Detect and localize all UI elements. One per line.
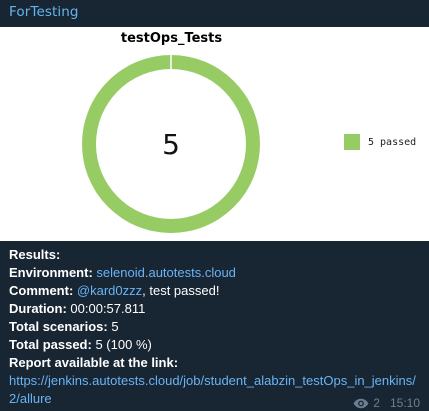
total-scenarios-label: Total scenarios: — [9, 319, 108, 334]
duration-label: Duration: — [9, 301, 67, 316]
comment-text: , test passed! — [142, 283, 220, 298]
duration-value: 00:00:57.811 — [70, 301, 146, 316]
chart-legend: 5 passed — [344, 134, 416, 150]
legend-label-passed: 5 passed — [368, 136, 417, 148]
donut-center-label: 5 — [162, 128, 180, 161]
message-time: 15:10 — [389, 396, 420, 410]
environment-label: Environment: — [9, 265, 93, 280]
results-heading: Results: — [9, 247, 61, 262]
report-label: Report available at the link: — [9, 355, 179, 370]
total-scenarios-value: 5 — [111, 319, 119, 334]
legend-swatch-passed — [344, 134, 360, 150]
total-passed-value: 5 (100 %) — [95, 337, 152, 352]
chart-image[interactable]: testOps_Tests 5 5 passed — [0, 27, 429, 241]
eye-icon — [353, 398, 369, 408]
user-mention-link[interactable]: @kard0zzz — [77, 283, 142, 298]
sender-name[interactable]: ForTesting — [9, 4, 79, 20]
message-text: Results: Environment: selenoid.autotests… — [9, 246, 424, 408]
environment-link[interactable]: selenoid.autotests.cloud — [96, 265, 235, 280]
chat-message: ForTesting testOps_Tests 5 5 passed Resu… — [0, 0, 429, 411]
view-count: 2 — [373, 396, 380, 410]
comment-label: Comment: — [9, 283, 74, 298]
total-passed-label: Total passed: — [9, 337, 92, 352]
message-meta: 2 15:10 — [353, 396, 420, 410]
